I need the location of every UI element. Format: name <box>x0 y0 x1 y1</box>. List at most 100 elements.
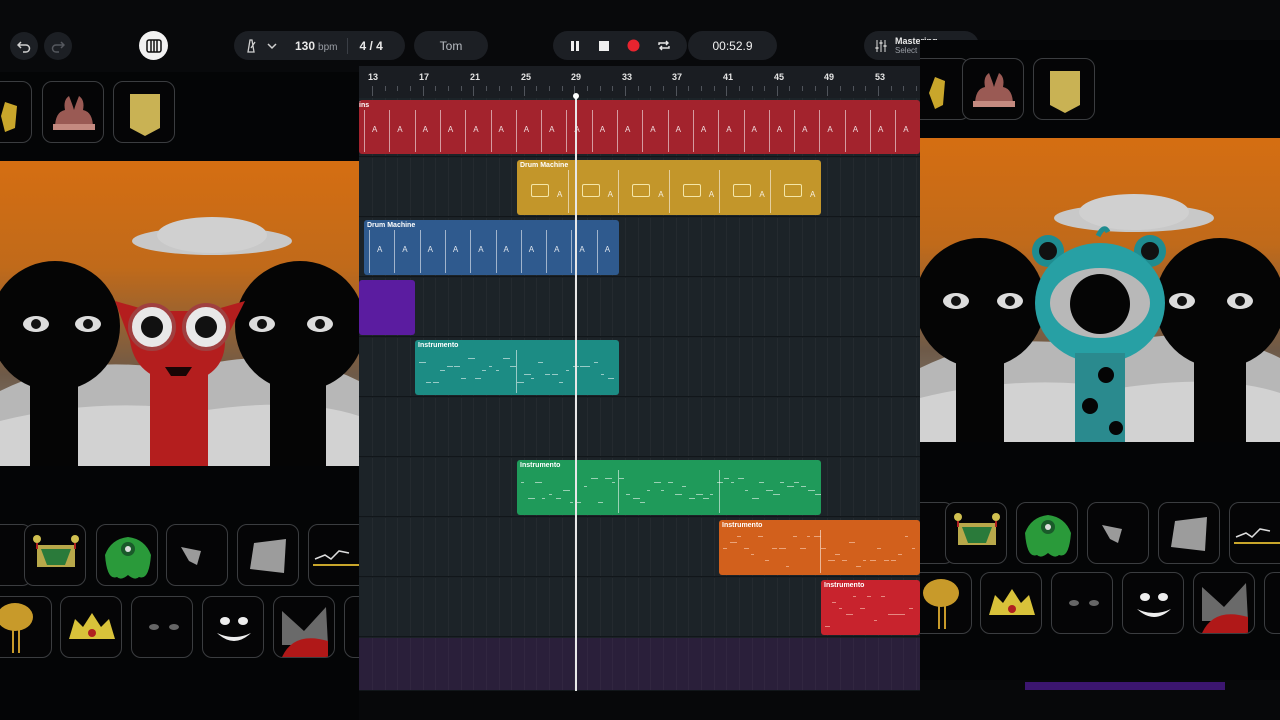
metronome-dropdown[interactable] <box>267 42 277 50</box>
sound-tile[interactable] <box>273 596 335 658</box>
sound-tile[interactable] <box>0 596 52 658</box>
sound-tile[interactable] <box>1033 58 1095 120</box>
track-lane[interactable] <box>359 278 920 337</box>
redo-button[interactable] <box>44 32 72 60</box>
grid-line <box>663 278 664 336</box>
sound-tile[interactable] <box>1051 572 1113 634</box>
bpm-control[interactable]: 130 bpm <box>295 39 337 53</box>
track-clip[interactable]: Instrumento <box>517 460 821 515</box>
sound-tile[interactable] <box>96 524 158 586</box>
loop-button[interactable] <box>657 39 671 52</box>
grid-line <box>903 218 904 276</box>
sound-tile[interactable] <box>1016 502 1078 564</box>
grid-line <box>410 638 411 690</box>
note-dash <box>594 362 598 363</box>
track-clip[interactable]: Drum Machine A A A A A A A A A A <box>364 220 619 275</box>
grid-line <box>461 398 462 456</box>
timeline-ruler[interactable]: 13 17 21 25 29 33 37 41 45 49 53 <box>359 66 920 98</box>
grid-line <box>448 278 449 336</box>
track-lane[interactable] <box>359 638 920 691</box>
grid-line <box>435 398 436 456</box>
track-lane[interactable]: Instrumento <box>359 338 920 397</box>
piano-button[interactable] <box>139 31 168 60</box>
note-dash <box>559 382 563 383</box>
sound-tile[interactable] <box>1122 572 1184 634</box>
sound-tile[interactable] <box>1158 502 1220 564</box>
sound-tile[interactable] <box>42 81 104 143</box>
sound-tile[interactable] <box>962 58 1024 120</box>
sound-tile[interactable] <box>202 596 264 658</box>
track-clip[interactable]: Instrumento <box>415 340 619 395</box>
clip-hit-letter: A <box>675 125 681 134</box>
track-lane[interactable] <box>359 398 920 457</box>
note-dash <box>870 560 876 561</box>
sound-tile[interactable] <box>113 81 175 143</box>
track-clip[interactable]: Instrumento <box>719 520 920 575</box>
grid-line <box>739 578 740 636</box>
track-clip[interactable]: ins AAAAAAAAAAAAAAAAAAAAAA <box>359 100 920 154</box>
clip-hit-letter: A <box>650 125 656 134</box>
sound-tile[interactable] <box>308 524 359 586</box>
ruler-tick <box>726 86 728 96</box>
note-dash <box>877 548 881 549</box>
ruler-tick <box>511 86 513 91</box>
sound-tile[interactable] <box>1193 572 1255 634</box>
ruler-tick <box>460 86 462 91</box>
sound-tile[interactable] <box>945 502 1007 564</box>
note-dash <box>538 362 543 363</box>
sound-tile[interactable] <box>1087 502 1149 564</box>
grid-line <box>461 578 462 636</box>
grid-line <box>423 398 424 456</box>
track-lane[interactable]: Drum Machine A A A A A A <box>359 158 920 217</box>
preset-selector[interactable]: Tom <box>414 31 488 60</box>
sound-tile-icon <box>0 603 33 653</box>
grid-line <box>524 518 525 576</box>
sound-tile[interactable] <box>0 81 32 143</box>
sound-tile[interactable] <box>1264 572 1280 634</box>
sound-tile[interactable] <box>344 596 359 658</box>
track-lane[interactable]: Instrumento <box>359 458 920 517</box>
track-lane[interactable]: Instrumento <box>359 518 920 577</box>
track-clip[interactable]: Instrumento <box>821 580 920 635</box>
grid-line <box>499 158 500 216</box>
undo-button[interactable] <box>10 32 38 60</box>
grid-line <box>688 398 689 456</box>
sound-tile[interactable] <box>980 572 1042 634</box>
grid-line <box>878 278 879 336</box>
clip-hit-letter: A <box>554 245 560 254</box>
pause-button[interactable] <box>569 40 581 52</box>
sound-tile[interactable] <box>131 596 193 658</box>
sound-tile[interactable] <box>166 524 228 586</box>
record-button[interactable] <box>627 39 640 52</box>
playhead[interactable] <box>575 94 577 691</box>
metronome-button[interactable] <box>244 38 258 53</box>
sound-tile[interactable] <box>237 524 299 586</box>
sound-tile-icon <box>1050 71 1080 113</box>
note-dash <box>815 494 821 495</box>
sound-tile[interactable] <box>1229 502 1280 564</box>
grid-line <box>865 458 866 516</box>
track-lane[interactable]: Instrumento <box>359 578 920 637</box>
time-signature[interactable]: 4 / 4 <box>359 39 382 53</box>
grid-line <box>714 278 715 336</box>
arrangement-timeline[interactable]: 13 17 21 25 29 33 37 41 45 49 53 ins A A A… <box>359 66 920 691</box>
sound-tile[interactable] <box>920 572 972 634</box>
grid-line <box>752 218 753 276</box>
grid-line <box>865 278 866 336</box>
clip-hit-letter: A <box>658 190 664 199</box>
track-lane[interactable]: ins AAAAAAAAAAAAAAAAAAAAAA <box>359 98 920 157</box>
track-clip[interactable] <box>359 280 415 335</box>
track-clip[interactable]: Drum Machine A A A A A A <box>517 160 821 215</box>
grid-line <box>916 158 917 216</box>
playhead-handle[interactable] <box>573 93 579 99</box>
clip-divider <box>546 230 548 273</box>
sound-tile[interactable] <box>60 596 122 658</box>
grid-line <box>511 638 512 690</box>
track-lane[interactable]: Drum Machine A A A A A A A A A A <box>359 218 920 277</box>
sound-tile[interactable] <box>24 524 86 586</box>
grid-line <box>865 398 866 456</box>
grid-line <box>903 278 904 336</box>
grid-line <box>423 278 424 336</box>
stop-button[interactable] <box>598 40 610 52</box>
clip-divider <box>465 110 467 152</box>
